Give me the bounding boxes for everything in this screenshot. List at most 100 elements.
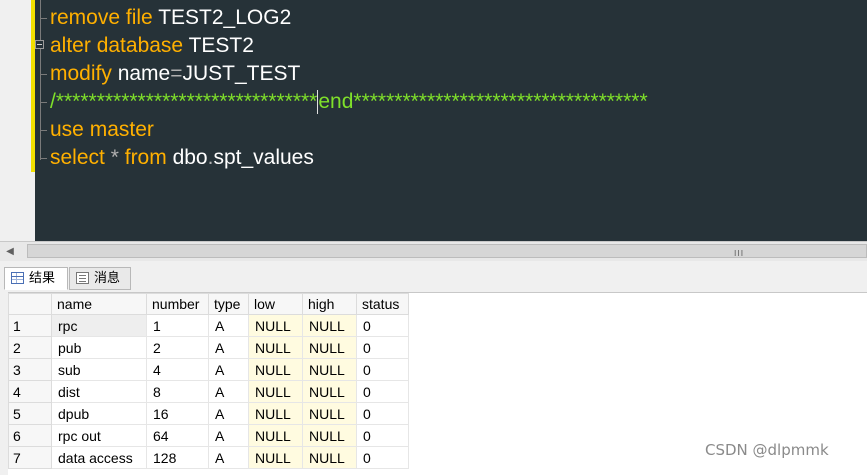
- code-token: *: [110, 146, 119, 169]
- watermark: CSDN @dlpmmk: [705, 441, 829, 459]
- table-cell[interactable]: 16: [146, 402, 209, 425]
- table-cell[interactable]: A: [208, 358, 249, 381]
- table-cell[interactable]: 0: [356, 336, 409, 359]
- table-row[interactable]: 7 data access 128 A NULL NULL 0: [8, 446, 409, 469]
- table-cell[interactable]: A: [208, 336, 249, 359]
- row-number[interactable]: 5: [8, 402, 52, 425]
- scrollbar-thumb[interactable]: III: [27, 244, 867, 258]
- table-cell[interactable]: 0: [356, 446, 409, 469]
- table-cell[interactable]: sub: [51, 358, 147, 381]
- row-number[interactable]: 1: [8, 314, 52, 337]
- tab-results[interactable]: 结果: [4, 267, 68, 290]
- table-cell[interactable]: 1: [146, 314, 209, 337]
- table-row[interactable]: 3 sub 4 A NULL NULL 0: [8, 358, 409, 381]
- table-cell[interactable]: 4: [146, 358, 209, 381]
- column-header[interactable]: number: [146, 293, 209, 315]
- row-number[interactable]: 3: [8, 358, 52, 381]
- tab-messages-label: 消息: [94, 271, 121, 286]
- table-cell[interactable]: NULL: [302, 402, 357, 425]
- horizontal-scrollbar[interactable]: ◀ III: [0, 241, 867, 261]
- code-token: name: [111, 62, 171, 85]
- table-row[interactable]: 4 dist 8 A NULL NULL 0: [8, 380, 409, 403]
- table-row[interactable]: 5 dpub 16 A NULL NULL 0: [8, 402, 409, 425]
- table-cell[interactable]: NULL: [302, 424, 357, 447]
- table-cell[interactable]: A: [208, 402, 249, 425]
- row-number[interactable]: 6: [8, 424, 52, 447]
- table-cell[interactable]: NULL: [302, 314, 357, 337]
- table-row[interactable]: 6 rpc out 64 A NULL NULL 0: [8, 424, 409, 447]
- code-token: select: [50, 146, 105, 169]
- table-cell[interactable]: pub: [51, 336, 147, 359]
- scrollbar-grip-icon: III: [734, 249, 745, 258]
- scroll-left-arrow-icon[interactable]: ◀: [3, 245, 17, 259]
- column-header[interactable]: high: [302, 293, 357, 315]
- table-cell[interactable]: NULL: [248, 446, 303, 469]
- table-cell[interactable]: 2: [146, 336, 209, 359]
- table-cell[interactable]: 0: [356, 380, 409, 403]
- table-cell[interactable]: 0: [356, 424, 409, 447]
- code-token: database: [96, 34, 184, 57]
- message-icon: [76, 272, 89, 284]
- column-header[interactable]: low: [248, 293, 303, 315]
- code-token: file: [125, 6, 153, 29]
- code-token: dbo: [166, 146, 208, 169]
- tab-results-label: 结果: [29, 271, 56, 286]
- header-row: name number type low high status: [8, 293, 409, 315]
- code-token: /********************************: [50, 90, 318, 113]
- table-cell[interactable]: 0: [356, 314, 409, 337]
- table-cell[interactable]: NULL: [248, 314, 303, 337]
- code-token: JUST_TEST: [182, 62, 301, 85]
- table-cell[interactable]: dist: [51, 380, 147, 403]
- table-cell[interactable]: NULL: [248, 424, 303, 447]
- code-line[interactable]: modify name=JUST_TEST: [50, 60, 300, 88]
- editor-gutter: [0, 0, 34, 241]
- table-cell[interactable]: NULL: [248, 358, 303, 381]
- collapse-icon[interactable]: [35, 40, 44, 49]
- code-token: modify: [50, 62, 112, 85]
- code-token: remove: [50, 6, 121, 29]
- table-cell[interactable]: 128: [146, 446, 209, 469]
- table-cell[interactable]: NULL: [248, 336, 303, 359]
- code-token: master: [89, 118, 154, 141]
- table-cell[interactable]: A: [208, 446, 249, 469]
- code-line[interactable]: alter database TEST2: [50, 32, 254, 60]
- column-header[interactable]: name: [51, 293, 147, 315]
- tab-messages[interactable]: 消息: [69, 267, 131, 290]
- fold-guide: [40, 0, 41, 160]
- table-cell[interactable]: NULL: [302, 358, 357, 381]
- table-cell[interactable]: rpc: [51, 314, 147, 337]
- table-cell[interactable]: NULL: [302, 336, 357, 359]
- fold-guide-tick: [40, 130, 47, 131]
- table-cell[interactable]: A: [208, 380, 249, 403]
- table-cell[interactable]: dpub: [51, 402, 147, 425]
- table-row[interactable]: 1 rpc 1 A NULL NULL 0: [8, 314, 409, 337]
- table-cell[interactable]: NULL: [302, 380, 357, 403]
- table-cell[interactable]: 64: [146, 424, 209, 447]
- table-cell[interactable]: 0: [356, 402, 409, 425]
- table-cell[interactable]: rpc out: [51, 424, 147, 447]
- table-cell[interactable]: 8: [146, 380, 209, 403]
- row-number[interactable]: 7: [8, 446, 52, 469]
- query-editor[interactable]: remove file TEST2_LOG2 alter database TES…: [0, 0, 867, 241]
- table-row[interactable]: 2 pub 2 A NULL NULL 0: [8, 336, 409, 359]
- table-cell[interactable]: A: [208, 314, 249, 337]
- table-cell[interactable]: 0: [356, 358, 409, 381]
- code-token: use: [50, 118, 84, 141]
- column-header[interactable]: type: [208, 293, 249, 315]
- results-tabs: 结果 消息: [0, 262, 867, 292]
- grid-icon: [11, 272, 24, 284]
- row-number[interactable]: 4: [8, 380, 52, 403]
- code-line[interactable]: remove file TEST2_LOG2: [50, 4, 291, 32]
- table-cell[interactable]: NULL: [248, 380, 303, 403]
- code-line[interactable]: /********************************end****…: [50, 88, 648, 116]
- column-header[interactable]: status: [356, 293, 409, 315]
- table-cell[interactable]: NULL: [248, 402, 303, 425]
- table-cell[interactable]: A: [208, 424, 249, 447]
- table-cell[interactable]: NULL: [302, 446, 357, 469]
- code-line[interactable]: select * from dbo.spt_values: [50, 144, 314, 172]
- results-table: name number type low high status 1 rpc 1 A N…: [8, 293, 409, 469]
- row-number[interactable]: 2: [8, 336, 52, 359]
- grid-corner[interactable]: [8, 293, 52, 315]
- code-line[interactable]: use master: [50, 116, 154, 144]
- table-cell[interactable]: data access: [51, 446, 147, 469]
